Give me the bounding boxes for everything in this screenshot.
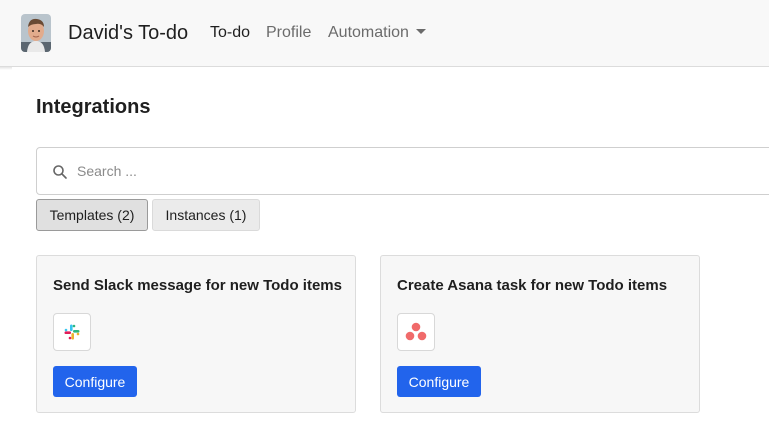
tab-instances[interactable]: Instances (1): [152, 199, 260, 231]
brand-title[interactable]: David's To-do: [68, 22, 188, 45]
integration-card-asana: Create Asana task for new Todo items Con…: [380, 255, 700, 413]
nav-dropdown-automation[interactable]: Automation: [328, 24, 426, 42]
configure-button[interactable]: Configure: [397, 366, 481, 397]
asana-logo-icon: [397, 313, 435, 351]
integration-card-slack: Send Slack message for new Todo items Co…: [36, 255, 356, 413]
search-box[interactable]: [36, 147, 769, 195]
configure-button[interactable]: Configure: [53, 366, 137, 397]
tab-templates[interactable]: Templates (2): [36, 199, 148, 231]
slack-logo-icon: [53, 313, 91, 351]
nav-link-profile[interactable]: Profile: [266, 24, 311, 42]
nav-link-todo[interactable]: To-do: [210, 24, 250, 42]
navbar-shadow: [0, 67, 12, 70]
page-title: Integrations: [36, 96, 151, 118]
nav-dropdown-automation-label: Automation: [328, 24, 409, 41]
card-title: Create Asana task for new Todo items: [397, 277, 668, 294]
caret-down-icon: [415, 29, 426, 34]
top-navbar: David's To-do To-do Profile Automation: [0, 0, 769, 67]
card-title: Send Slack message for new Todo items: [53, 277, 342, 294]
search-icon: [53, 165, 67, 179]
avatar[interactable]: [21, 14, 51, 52]
search-input[interactable]: [77, 156, 757, 186]
